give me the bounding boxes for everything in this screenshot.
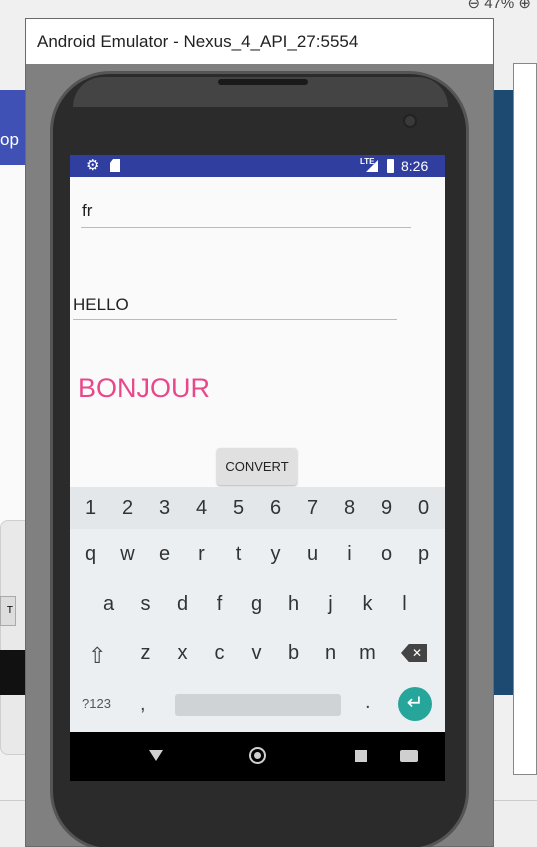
camera-icon bbox=[403, 114, 417, 128]
key-l[interactable]: l bbox=[386, 593, 423, 616]
key-k[interactable]: k bbox=[349, 593, 386, 616]
key-t[interactable]: t bbox=[220, 543, 257, 566]
key-i[interactable]: i bbox=[331, 543, 368, 566]
emulator-window: Android Emulator - Nexus_4_API_27:5554 ⚙… bbox=[25, 18, 494, 847]
key-7[interactable]: 7 bbox=[294, 497, 331, 520]
key-o[interactable]: o bbox=[368, 543, 405, 566]
key-r[interactable]: r bbox=[183, 543, 220, 566]
ide-right-panel bbox=[513, 63, 537, 775]
key-n[interactable]: n bbox=[312, 642, 349, 665]
battery-icon bbox=[387, 159, 394, 173]
key-g[interactable]: g bbox=[238, 593, 275, 616]
symbols-key[interactable]: ?123 bbox=[82, 696, 111, 711]
soft-keyboard: 1234567890 qwertyuiop asdfghjkl zxcvbnm ⇧ ✕… bbox=[70, 487, 445, 732]
home-icon[interactable] bbox=[249, 747, 266, 764]
key-e[interactable]: e bbox=[146, 543, 183, 566]
key-j[interactable]: j bbox=[312, 593, 349, 616]
key-p[interactable]: p bbox=[405, 543, 442, 566]
ide-left-header-label: op bbox=[0, 130, 19, 149]
key-v[interactable]: v bbox=[238, 642, 275, 665]
language-input[interactable]: fr bbox=[81, 201, 411, 228]
key-0[interactable]: 0 bbox=[405, 497, 442, 520]
keyboard-switch-icon[interactable] bbox=[400, 750, 418, 762]
key-4[interactable]: 4 bbox=[183, 497, 220, 520]
ide-left-header: op bbox=[0, 90, 26, 165]
key-w[interactable]: w bbox=[109, 543, 146, 566]
key-1[interactable]: 1 bbox=[72, 497, 109, 520]
zoom-level-label[interactable]: ⊖ 47% ⊕ bbox=[468, 0, 532, 12]
key-3[interactable]: 3 bbox=[146, 497, 183, 520]
key-s[interactable]: s bbox=[127, 593, 164, 616]
key-z[interactable]: z bbox=[127, 642, 164, 665]
word-input[interactable]: HELLO bbox=[73, 295, 397, 320]
backspace-icon[interactable]: ✕ bbox=[401, 644, 427, 662]
key-y[interactable]: y bbox=[257, 543, 294, 566]
device-screen: ⚙ LTE 8:26 fr HELLO BONJOUR CONVERT 1234… bbox=[70, 155, 445, 781]
ide-left-dialog-button[interactable]: T bbox=[0, 596, 16, 626]
key-u[interactable]: u bbox=[294, 543, 331, 566]
back-icon[interactable] bbox=[149, 750, 163, 761]
key-h[interactable]: h bbox=[275, 593, 312, 616]
status-bar: ⚙ LTE 8:26 bbox=[70, 155, 445, 177]
space-key[interactable] bbox=[175, 694, 341, 716]
device-speaker bbox=[218, 79, 308, 85]
key-b[interactable]: b bbox=[275, 642, 312, 665]
ide-right-blueprint bbox=[493, 90, 515, 695]
key-d[interactable]: d bbox=[164, 593, 201, 616]
key-8[interactable]: 8 bbox=[331, 497, 368, 520]
recent-apps-icon[interactable] bbox=[355, 750, 367, 762]
key-f[interactable]: f bbox=[201, 593, 238, 616]
key-2[interactable]: 2 bbox=[109, 497, 146, 520]
key-q[interactable]: q bbox=[72, 543, 109, 566]
status-clock: 8:26 bbox=[401, 158, 429, 174]
key-c[interactable]: c bbox=[201, 642, 238, 665]
key-9[interactable]: 9 bbox=[368, 497, 405, 520]
ide-left-dark-bar bbox=[0, 650, 26, 695]
key-m[interactable]: m bbox=[349, 642, 386, 665]
comma-key[interactable]: , bbox=[140, 693, 146, 716]
navigation-bar bbox=[70, 732, 445, 781]
shift-icon[interactable]: ⇧ bbox=[88, 643, 106, 669]
translation-text: BONJOUR bbox=[78, 373, 211, 403]
key-a[interactable]: a bbox=[90, 593, 127, 616]
convert-button[interactable]: CONVERT bbox=[217, 448, 297, 485]
enter-key-icon[interactable]: ↵ bbox=[398, 687, 432, 721]
key-x[interactable]: x bbox=[164, 642, 201, 665]
gear-icon: ⚙ bbox=[86, 157, 100, 174]
key-5[interactable]: 5 bbox=[220, 497, 257, 520]
lte-icon: LTE bbox=[360, 157, 375, 166]
emulator-title: Android Emulator - Nexus_4_API_27:5554 bbox=[26, 19, 493, 64]
sd-card-icon bbox=[110, 159, 120, 172]
period-key[interactable]: . bbox=[365, 691, 371, 714]
key-6[interactable]: 6 bbox=[257, 497, 294, 520]
